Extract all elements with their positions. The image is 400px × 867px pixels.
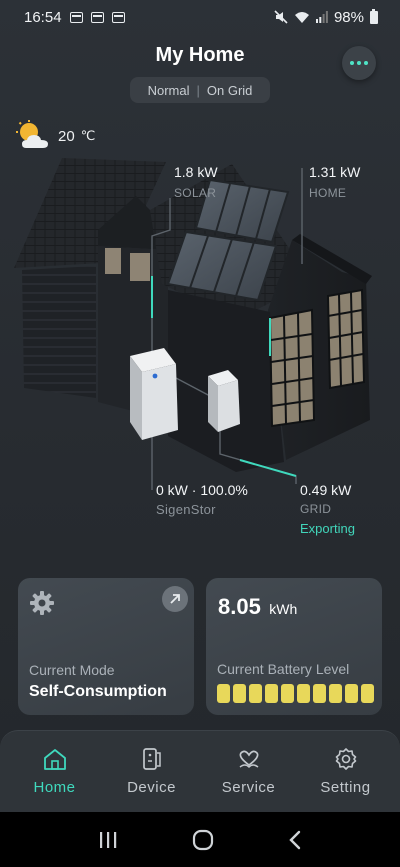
attic-window [130, 253, 150, 281]
battery-icon [370, 8, 378, 24]
battery-energy: 8.05 kWh [218, 594, 297, 620]
nav-label-setting: Setting [320, 779, 371, 796]
setting-icon [335, 748, 356, 770]
notification-icon [90, 11, 104, 23]
battery-level-label: Current Battery Level [217, 661, 350, 677]
notification-icon [69, 11, 83, 23]
left-wall [22, 266, 96, 398]
battery-segment [361, 684, 374, 703]
battery-segment [281, 684, 294, 703]
current-mode-label: Current Mode [29, 662, 115, 678]
home-label: HOME [309, 186, 347, 200]
battery-segment [313, 684, 326, 703]
battery-segment [265, 684, 278, 703]
battery-segment [217, 684, 230, 703]
grid-status: Exporting [300, 521, 355, 536]
current-mode-value: Self-Consumption [29, 683, 167, 700]
open-mode-button[interactable] [162, 586, 188, 612]
nav-item-home[interactable]: Home [9, 747, 101, 796]
arrow-up-right-icon [170, 594, 180, 604]
mute-icon [274, 10, 288, 24]
solar-label: SOLAR [174, 186, 217, 200]
device-icon [142, 748, 161, 770]
battery-storage-unit [130, 348, 178, 440]
service-icon [239, 750, 258, 769]
wifi-icon [294, 11, 309, 23]
nav-item-device[interactable]: Device [106, 747, 198, 796]
weather-widget: 20 ℃ [16, 120, 95, 152]
attic-window [105, 248, 121, 274]
signal-icon [315, 11, 328, 23]
battery-segment [345, 684, 358, 703]
back-icon[interactable] [287, 830, 303, 850]
page-title: My Home [155, 44, 245, 66]
recent-apps-icon[interactable] [97, 830, 119, 850]
battery-energy-unit: kWh [269, 601, 298, 617]
nav-item-setting[interactable]: Setting [300, 747, 392, 796]
battery-percent: 98% [333, 8, 364, 26]
home-system-icon[interactable] [192, 829, 214, 851]
battery-segment [233, 684, 246, 703]
battery-level-card[interactable]: 8.05 kWh Current Battery Level [206, 578, 382, 715]
notification-icon [111, 11, 125, 23]
operation-mode: Normal [147, 82, 190, 98]
gear-icon [30, 591, 54, 615]
grid-power-value: 0.49 kW [300, 482, 352, 498]
mode-status-pill: Normal | On Grid [130, 77, 270, 103]
status-time: 16:54 [24, 8, 62, 26]
battery-segment [329, 684, 342, 703]
nav-item-service[interactable]: Service [203, 747, 295, 796]
more-dot [357, 61, 361, 65]
current-mode-card[interactable]: Current Mode Self-Consumption [18, 578, 194, 715]
temperature-unit: ℃ [80, 128, 96, 143]
battery-level-bar [217, 684, 374, 703]
grid-state: On Grid [206, 82, 253, 98]
nav-label-device: Device [127, 779, 176, 796]
battery-energy-value: 8.05 [218, 594, 261, 619]
more-dot [350, 61, 354, 65]
nav-label-home: Home [33, 779, 76, 796]
bottom-navigation: Home Device Service Setting [0, 730, 400, 812]
inverter-unit [208, 370, 240, 432]
battery-segment [297, 684, 310, 703]
nav-label-service: Service [221, 779, 276, 796]
more-options-button[interactable] [342, 46, 376, 80]
storage-label: SigenStor [156, 502, 216, 517]
solar-power-value: 1.8 kW [174, 164, 218, 180]
more-dot [364, 61, 368, 65]
system-navigation-bar [0, 812, 400, 867]
temperature-value: 20 [58, 127, 75, 145]
battery-segment [249, 684, 262, 703]
status-bar: 16:54 98% [0, 0, 400, 34]
storage-power-value: 0 kW · 100.0% [156, 482, 248, 498]
partly-cloudy-icon [16, 120, 48, 148]
home-power-value: 1.31 kW [309, 164, 361, 180]
pill-separator: | [196, 82, 200, 98]
home-icon [43, 749, 66, 770]
grid-label: GRID [300, 502, 332, 516]
